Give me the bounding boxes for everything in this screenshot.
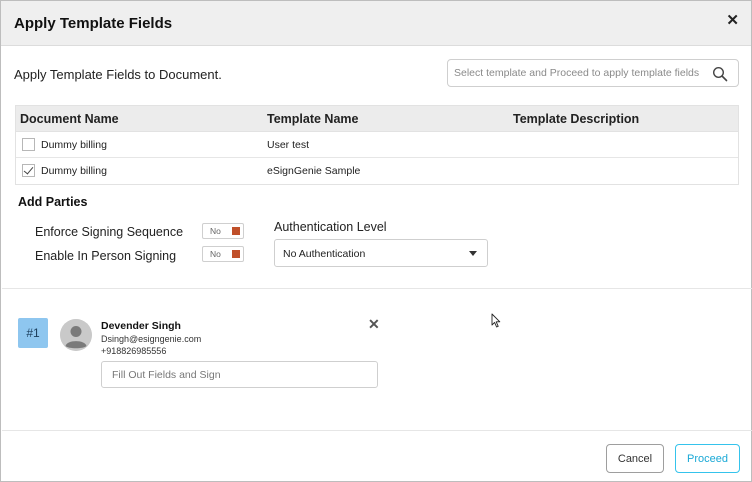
intro-text: Apply Template Fields to Document. <box>14 67 222 82</box>
row-template-name: eSignGenie Sample <box>267 165 361 177</box>
toggle-knob <box>232 227 240 235</box>
close-icon[interactable]: ✕ <box>726 12 739 30</box>
row-document-name: Dummy billing <box>41 165 107 177</box>
modal-title: Apply Template Fields <box>14 15 173 32</box>
party-role-field[interactable] <box>101 361 378 388</box>
party-number: #1 <box>26 326 40 340</box>
enforce-signing-state: No <box>210 226 221 236</box>
column-template-description: Template Description <box>513 112 640 126</box>
toggle-knob <box>232 250 240 258</box>
in-person-signing-toggle[interactable]: No <box>202 246 244 262</box>
party-phone: +918826985556 <box>101 346 167 356</box>
template-search-input[interactable] <box>454 63 704 83</box>
row-template-name: User test <box>267 139 310 151</box>
column-template-name: Template Name <box>267 112 359 126</box>
party-number-badge: #1 <box>18 318 48 348</box>
caret-down-icon <box>469 251 477 256</box>
enforce-signing-toggle[interactable]: No <box>202 223 244 239</box>
avatar <box>60 319 92 351</box>
party-email: Dsingh@esigngenie.com <box>101 334 202 344</box>
footer-divider <box>2 430 752 431</box>
row-checkbox[interactable] <box>22 164 35 177</box>
remove-party-icon[interactable]: ✕ <box>368 316 380 333</box>
table-row[interactable]: Dummy billing User test <box>16 132 738 158</box>
document-template-table: Document Name Template Name Template Des… <box>15 105 739 185</box>
table-header: Document Name Template Name Template Des… <box>16 106 738 132</box>
mouse-cursor-icon <box>491 313 501 328</box>
auth-level-label: Authentication Level <box>274 220 387 234</box>
cancel-button[interactable]: Cancel <box>606 444 664 473</box>
add-parties-title: Add Parties <box>18 195 88 209</box>
in-person-signing-label: Enable In Person Signing <box>35 249 177 263</box>
row-checkbox[interactable] <box>22 138 35 151</box>
apply-template-modal: Apply Template Fields ✕ Apply Template F… <box>0 0 752 482</box>
auth-level-value: No Authentication <box>283 248 366 260</box>
modal-header: Apply Template Fields ✕ <box>1 1 751 46</box>
party-name: Devender Singh <box>101 320 181 332</box>
template-search[interactable] <box>447 59 739 87</box>
in-person-signing-state: No <box>210 249 221 259</box>
table-row[interactable]: Dummy billing eSignGenie Sample <box>16 158 738 184</box>
party-role-input[interactable] <box>112 367 367 383</box>
auth-level-select[interactable]: No Authentication <box>274 239 488 267</box>
column-document-name: Document Name <box>20 112 119 126</box>
proceed-button[interactable]: Proceed <box>675 444 740 473</box>
enforce-signing-label: Enforce Signing Sequence <box>35 225 184 239</box>
search-icon[interactable] <box>712 66 728 82</box>
row-document-name: Dummy billing <box>41 139 107 151</box>
section-divider <box>2 288 752 289</box>
user-avatar-icon <box>60 319 92 351</box>
